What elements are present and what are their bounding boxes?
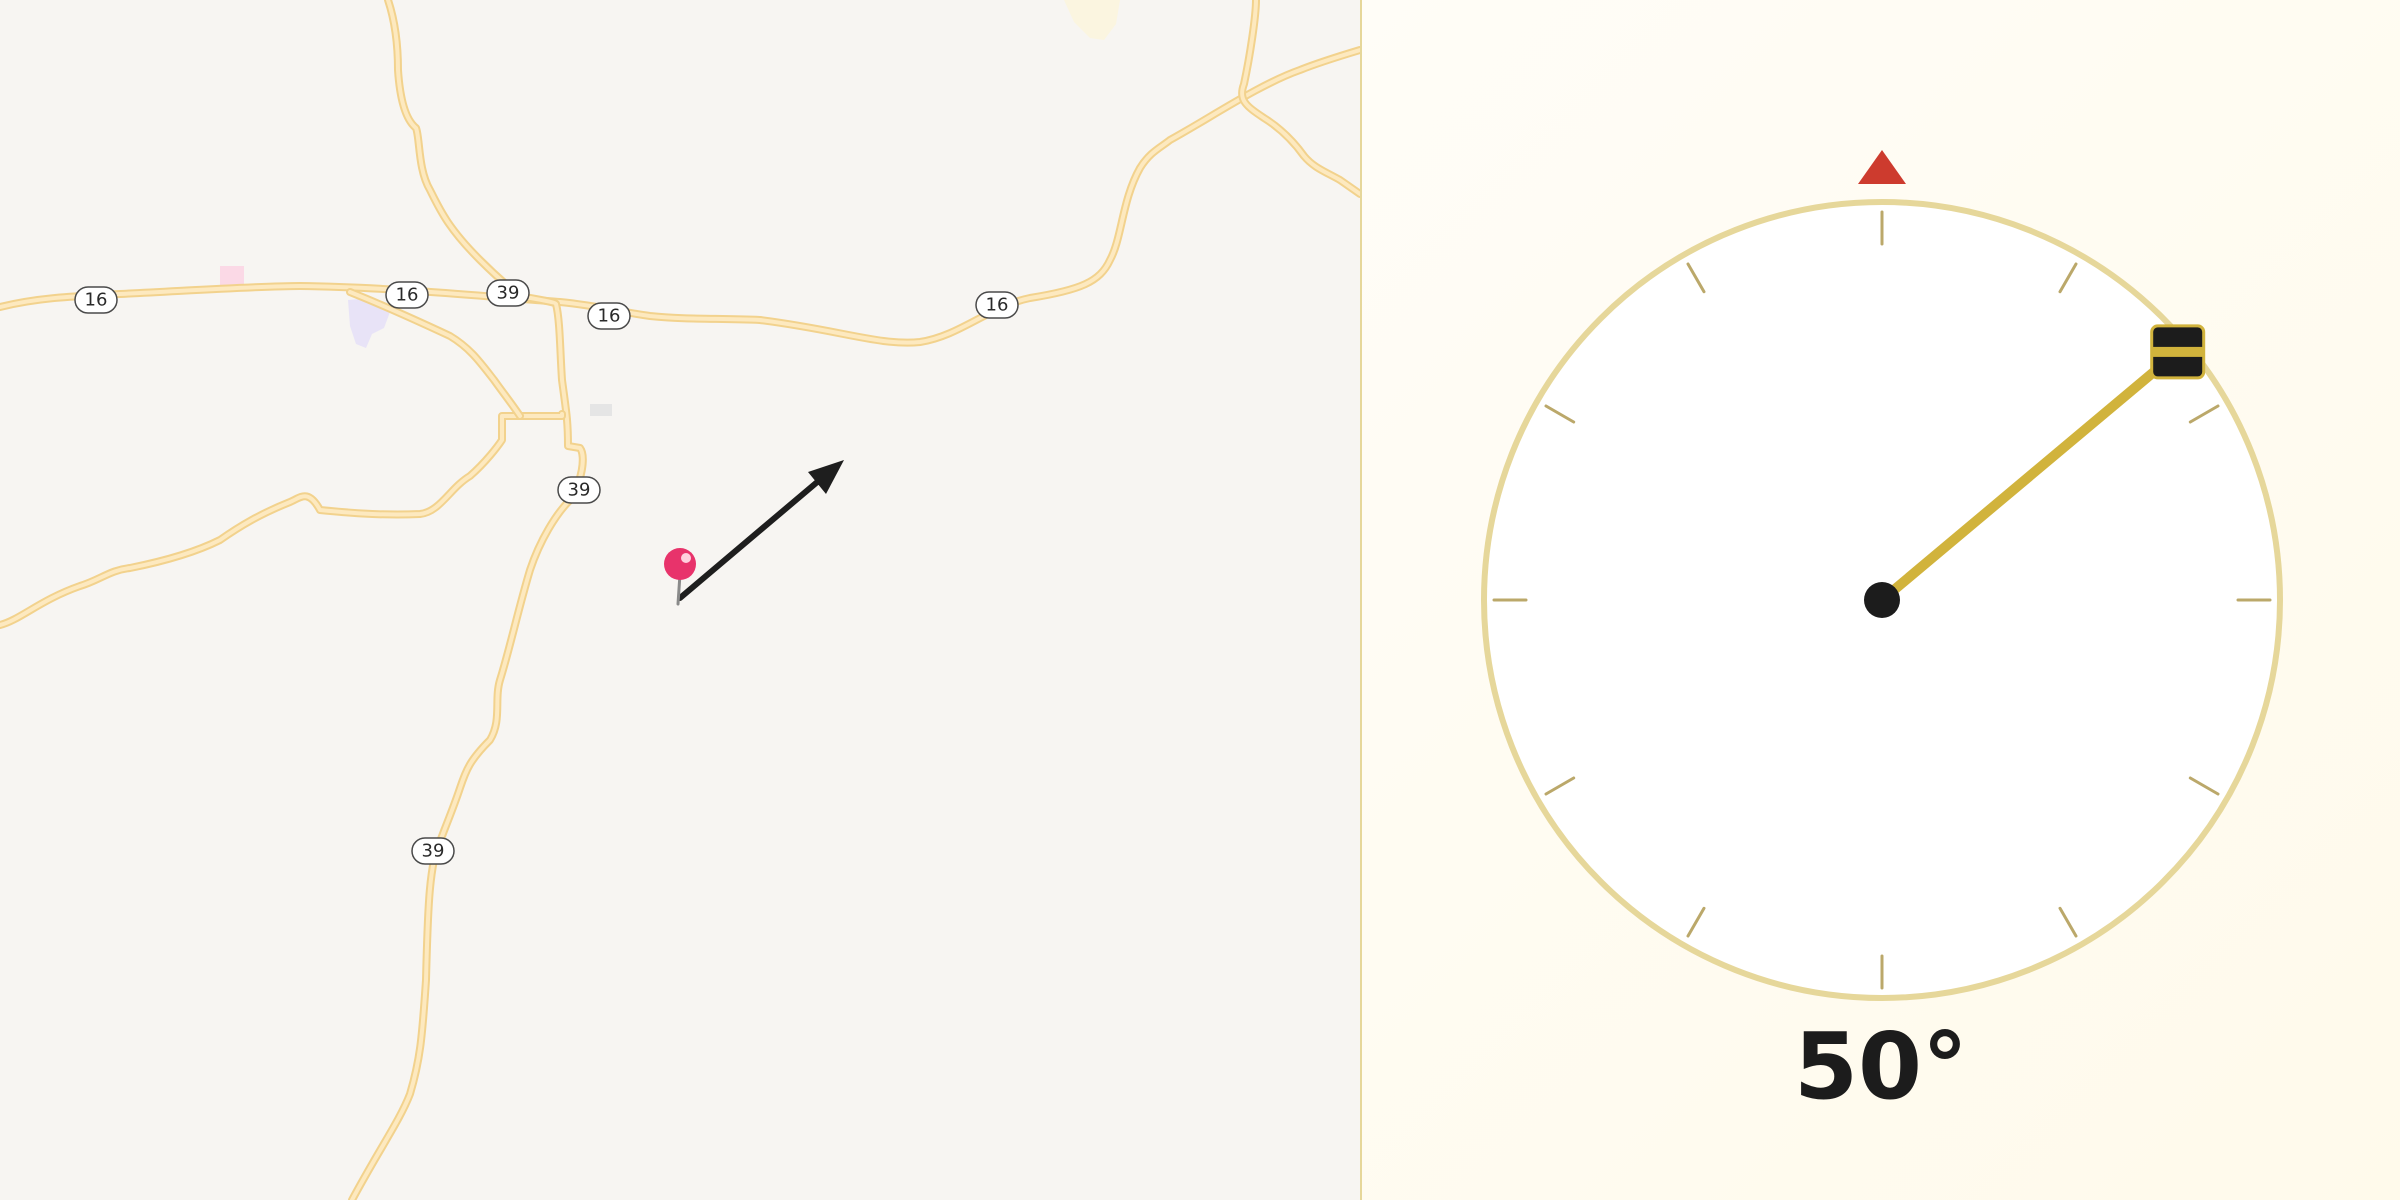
heading-readout: 50° bbox=[1793, 1013, 1969, 1120]
svg-text:39: 39 bbox=[422, 841, 445, 862]
svg-text:16: 16 bbox=[396, 285, 419, 306]
route-shield-39-center: 39 bbox=[557, 476, 601, 504]
route-shield-16-center-west: 16 bbox=[385, 281, 429, 309]
building bbox=[590, 404, 612, 416]
compass-panel: 50° bbox=[1362, 0, 2400, 1200]
map-view[interactable]: 16 16 39 16 16 39 39 bbox=[0, 0, 1360, 1200]
route-shield-39-north: 39 bbox=[486, 279, 530, 307]
svg-text:39: 39 bbox=[568, 480, 591, 501]
drag-handle-icon[interactable] bbox=[2150, 324, 2206, 380]
direction-arrow-icon bbox=[677, 460, 844, 601]
map-pin-icon[interactable] bbox=[664, 548, 696, 606]
map-canvas[interactable]: 16 16 39 16 16 39 39 bbox=[0, 0, 1360, 1200]
route-shield-16-east: 16 bbox=[975, 291, 1019, 319]
route-shield-39-south: 39 bbox=[411, 837, 455, 865]
route-shield-16-center: 16 bbox=[587, 302, 631, 330]
svg-text:16: 16 bbox=[598, 306, 621, 327]
north-triangle-icon bbox=[1858, 150, 1906, 184]
yellow-area bbox=[1064, 0, 1120, 40]
route-shield-16-west: 16 bbox=[74, 286, 118, 314]
svg-text:39: 39 bbox=[497, 283, 520, 304]
svg-text:16: 16 bbox=[986, 295, 1009, 316]
svg-text:16: 16 bbox=[85, 290, 108, 311]
needle-hub bbox=[1864, 582, 1900, 618]
